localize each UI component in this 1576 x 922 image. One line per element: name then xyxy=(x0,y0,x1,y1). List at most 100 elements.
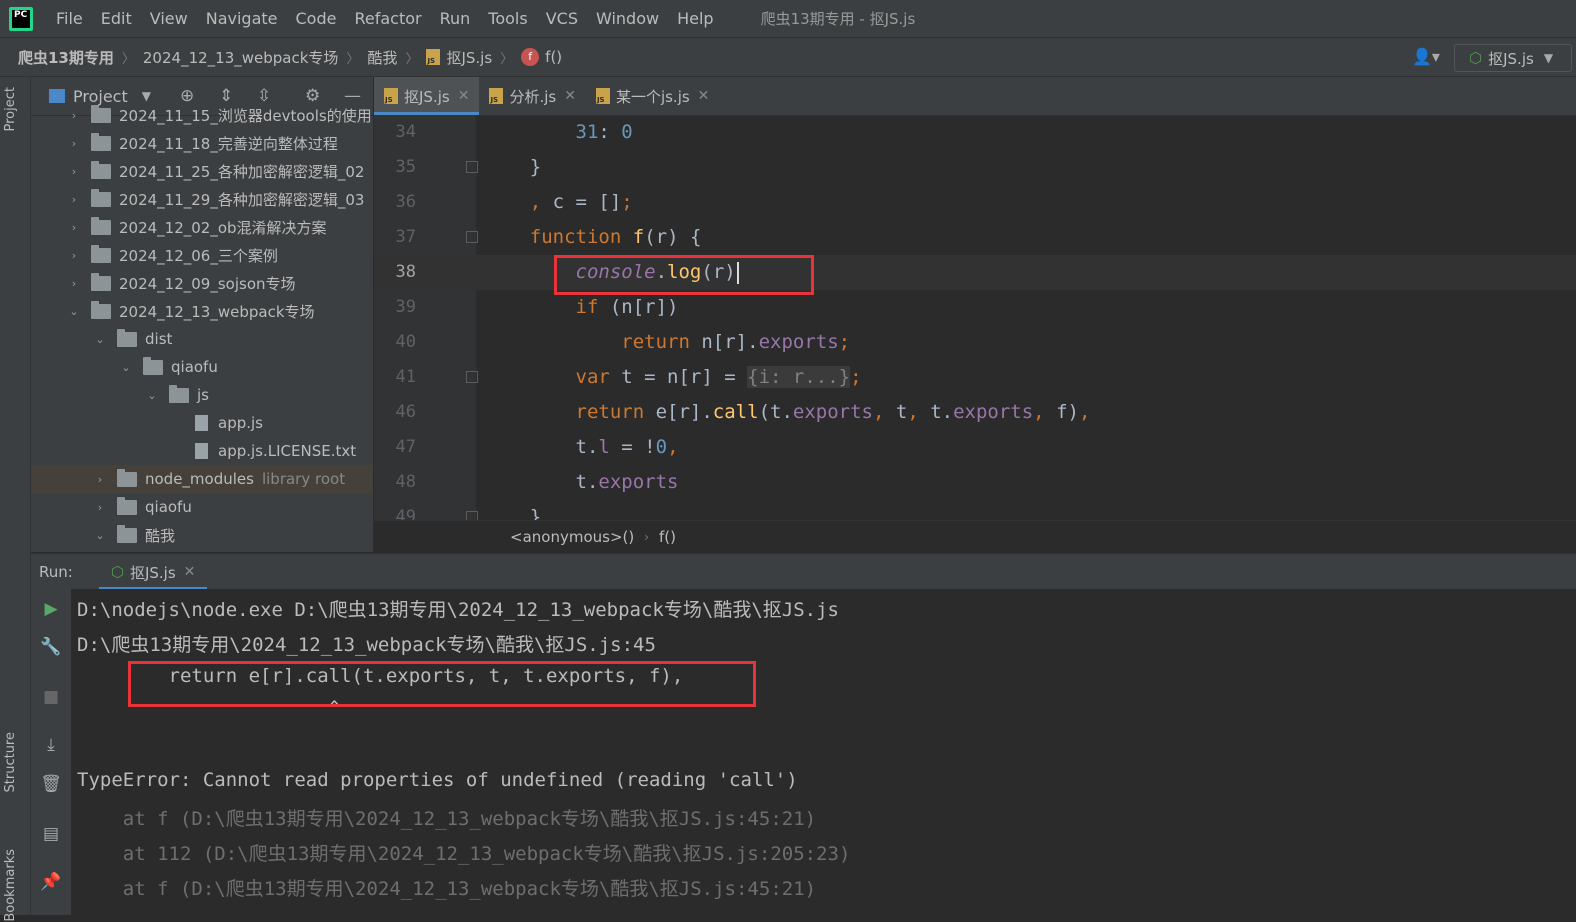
chevron-right-icon[interactable]: › xyxy=(93,473,107,486)
menu-code[interactable]: Code xyxy=(287,9,346,28)
chevron-right-icon[interactable]: › xyxy=(67,109,81,122)
chevron-right-icon[interactable]: › xyxy=(67,165,81,178)
tab-mouyige[interactable]: 某一个js.js✕ xyxy=(586,77,719,115)
menu-edit[interactable]: Edit xyxy=(92,9,141,28)
tree-folder-item[interactable]: ⌄ 酷我 xyxy=(93,521,175,549)
code-line[interactable]: 46 return e[r].call(t.exports, t, t.expo… xyxy=(374,395,1576,430)
tree-item-label: js xyxy=(197,386,209,404)
code-line[interactable]: 40 return n[r].exports; xyxy=(374,325,1576,360)
rerun-icon[interactable]: ▶ xyxy=(40,599,62,621)
stop-icon[interactable]: ■ xyxy=(40,687,62,709)
code-text: , c = []; xyxy=(529,191,633,213)
code-line[interactable]: 48 t.exports xyxy=(374,465,1576,500)
chevron-right-icon[interactable]: › xyxy=(67,249,81,262)
tree-folder-item[interactable]: › 2024_11_15_浏览器devtools的使用 xyxy=(67,101,372,129)
tab-koujs[interactable]: 抠JS.js✕ xyxy=(374,77,480,115)
menu-file[interactable]: File xyxy=(47,9,92,28)
chevron-right-icon[interactable]: › xyxy=(67,277,81,290)
pin-icon[interactable]: 📌 xyxy=(40,872,62,894)
scroll-to-end-icon[interactable]: ⤓ xyxy=(40,735,62,757)
code-text: 31: 0 xyxy=(575,121,633,143)
fold-marker-icon[interactable] xyxy=(466,371,478,383)
chevron-down-icon[interactable]: ⌄ xyxy=(119,361,133,374)
trash-icon[interactable]: 🗑 xyxy=(40,774,62,796)
tree-folder-item[interactable]: ⌄ js xyxy=(145,381,209,409)
menu-tools[interactable]: Tools xyxy=(479,9,536,28)
code-line[interactable]: 35 } xyxy=(374,150,1576,185)
chevron-down-icon[interactable]: ⌄ xyxy=(93,529,107,542)
run-tab-koujs[interactable]: ⬡ 抠JS.js ✕ xyxy=(98,554,208,590)
chevron-down-icon[interactable]: ⌄ xyxy=(145,389,159,402)
chevron-right-icon[interactable]: › xyxy=(67,221,81,234)
bookmarks-tool-tab[interactable]: Bookmarks xyxy=(3,849,18,922)
chevron-right-icon[interactable]: › xyxy=(93,501,107,514)
folder-icon xyxy=(143,356,163,375)
run-configuration-select[interactable]: ⬡ 抠JS.js ▼ xyxy=(1454,44,1572,72)
run-console[interactable]: D:\nodejs\node.exe D:\爬虫13期专用\2024_12_13… xyxy=(71,589,1576,915)
library-root-note: library root xyxy=(261,470,346,488)
code-line[interactable]: 36 , c = []; xyxy=(374,185,1576,220)
tree-folder-item[interactable]: › 2024_12_06_三个案例 xyxy=(67,241,278,269)
editor-tabs: 抠JS.js✕ 分析.js✕ 某一个js.js✕ xyxy=(374,77,1576,116)
line-number: 38 xyxy=(395,262,416,282)
tree-folder-item[interactable]: › qiaofu xyxy=(93,493,192,521)
fold-marker-icon[interactable] xyxy=(466,231,478,243)
breadcrumb-file[interactable]: 抠JS.js xyxy=(426,47,492,68)
menu-help[interactable]: Help xyxy=(668,9,722,28)
breadcrumb-folder[interactable]: 2024_12_13_webpack专场 xyxy=(143,47,339,68)
tree-item-label: app.js.LICENSE.txt xyxy=(218,442,357,460)
menu-refactor[interactable]: Refactor xyxy=(345,9,430,28)
chevron-down-icon[interactable]: ⌄ xyxy=(67,305,81,318)
fold-marker-icon[interactable] xyxy=(466,161,478,173)
breadcrumb-function[interactable]: f f() xyxy=(521,48,562,66)
js-file-icon xyxy=(426,49,441,65)
tree-folder-item[interactable]: › 2024_12_02_ob混淆解决方案 xyxy=(67,213,327,241)
tree-folder-item[interactable]: › 2024_12_09_sojson专场 xyxy=(67,269,296,297)
wrench-icon[interactable]: 🔧 xyxy=(40,637,62,659)
menu-navigate[interactable]: Navigate xyxy=(197,9,287,28)
tree-folder-item[interactable]: ⌄ qiaofu xyxy=(119,353,218,381)
tree-item-label: 2024_12_13_webpack专场 xyxy=(119,302,315,321)
chevron-down-icon[interactable]: ⌄ xyxy=(93,333,107,346)
code-line[interactable]: 41 var t = n[r] = {i: r...}; xyxy=(374,360,1576,395)
close-icon[interactable]: ✕ xyxy=(698,88,710,104)
tree-item-label: 2024_12_02_ob混淆解决方案 xyxy=(119,218,327,237)
breadcrumb-project[interactable]: 爬虫13期专用 xyxy=(18,47,114,68)
menu-window[interactable]: Window xyxy=(587,9,668,28)
code-line[interactable]: 47 t.l = !0, xyxy=(374,430,1576,465)
tab-fenxi[interactable]: 分析.js✕ xyxy=(479,77,586,115)
tree-folder-item[interactable]: › 2024_11_18_完善逆向整体过程 xyxy=(67,129,338,157)
code-line[interactable]: 34 31: 0 xyxy=(374,115,1576,150)
code-line[interactable]: 37 function f(r) { xyxy=(374,220,1576,255)
file-icon xyxy=(195,443,208,459)
project-tool-tab[interactable]: Project xyxy=(3,87,18,131)
breadcrumb-f[interactable]: f() xyxy=(659,528,676,546)
close-icon[interactable]: ✕ xyxy=(564,88,576,104)
function-icon: f xyxy=(521,48,540,66)
chevron-right-icon[interactable]: › xyxy=(67,193,81,206)
tree-file-item[interactable]: app.js.LICENSE.txt xyxy=(171,437,356,465)
breadcrumb-anonymous[interactable]: <anonymous>() xyxy=(510,528,634,546)
tree-file-item[interactable]: app.js xyxy=(171,409,263,437)
code-text: function f(r) { xyxy=(529,226,702,248)
breadcrumb-subfolder[interactable]: 酷我 xyxy=(367,47,397,68)
tree-folder-item[interactable]: ⌄ 2024_12_13_webpack专场 xyxy=(67,297,315,325)
chevron-right-icon[interactable]: › xyxy=(67,137,81,150)
menu-run[interactable]: Run xyxy=(431,9,480,28)
tree-folder-item[interactable]: › 2024_11_25_各种加密解密逻辑_02 xyxy=(67,157,364,185)
structure-tool-tab[interactable]: Structure xyxy=(3,732,18,792)
menu-view[interactable]: View xyxy=(141,9,197,28)
console-line: at 112 (D:\爬虫13期专用\2024_12_13_webpack专场\… xyxy=(77,843,851,865)
close-icon[interactable]: ✕ xyxy=(184,564,196,580)
user-account-icon[interactable]: 👤▾ xyxy=(1412,47,1446,67)
code-line[interactable]: 39 if (n[r]) xyxy=(374,290,1576,325)
folder-icon xyxy=(117,524,137,543)
tree-folder-item[interactable]: › 2024_11_29_各种加密解密逻辑_03 xyxy=(67,185,364,213)
tree-folder-item[interactable]: ⌄ dist xyxy=(93,325,172,353)
close-icon[interactable]: ✕ xyxy=(458,88,470,104)
chevron-right-icon: 〉 xyxy=(500,51,514,67)
tree-folder-item[interactable]: › node_modules library root xyxy=(31,465,373,493)
menu-vcs[interactable]: VCS xyxy=(537,9,587,28)
code-text: t.exports xyxy=(484,471,679,493)
layout-icon[interactable]: ▤ xyxy=(40,824,62,846)
